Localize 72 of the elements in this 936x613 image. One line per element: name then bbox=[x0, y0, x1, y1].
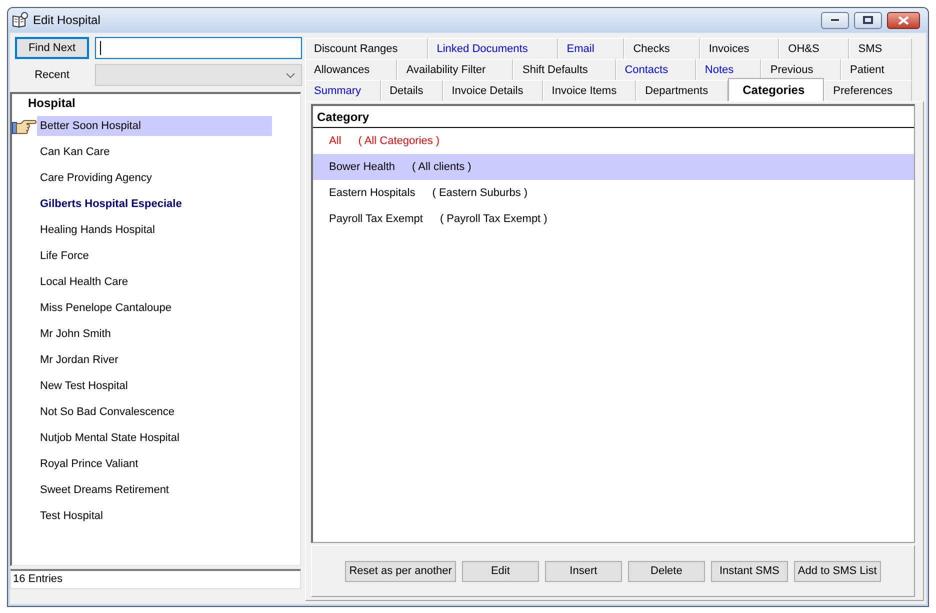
hospital-item[interactable]: Healing Hands Hospital bbox=[37, 220, 272, 240]
tab[interactable]: Details bbox=[380, 80, 443, 101]
hospital-item[interactable]: Life Force bbox=[37, 246, 272, 266]
category-row[interactable]: Eastern Hospitals ( Eastern Suburbs ) bbox=[313, 180, 914, 206]
action-button[interactable]: Delete bbox=[628, 560, 705, 582]
tab[interactable]: Contacts bbox=[616, 59, 696, 80]
hospital-item[interactable]: Can Kan Care bbox=[37, 142, 272, 162]
category-name: Eastern Hospitals bbox=[329, 186, 416, 201]
recent-label: Recent bbox=[34, 68, 70, 83]
tab[interactable]: SMS bbox=[849, 38, 912, 59]
category-description: ( Eastern Suburbs ) bbox=[432, 186, 528, 201]
minimize-button[interactable] bbox=[821, 12, 849, 28]
column-header: Hospital bbox=[27, 95, 76, 111]
find-next-button[interactable]: Find Next bbox=[15, 37, 89, 59]
tab[interactable]: OH&S bbox=[779, 38, 850, 59]
tab[interactable]: Previous bbox=[761, 59, 841, 80]
column-header: Category bbox=[313, 106, 914, 128]
tab[interactable]: Invoice Details bbox=[442, 80, 543, 101]
hospital-item[interactable]: Gilberts Hospital Especiale bbox=[37, 194, 272, 214]
hospital-item[interactable]: Local Health Care bbox=[37, 272, 272, 292]
close-button[interactable] bbox=[887, 12, 920, 28]
tab[interactable]: Summary bbox=[305, 80, 381, 101]
hospital-item[interactable]: Mr Jordan River bbox=[37, 350, 272, 370]
category-row[interactable]: All ( All Categories ) bbox=[313, 128, 914, 154]
tab[interactable]: Discount Ranges bbox=[305, 38, 428, 59]
action-button[interactable]: Reset as per another bbox=[345, 560, 456, 582]
hospital-item[interactable]: Care Providing Agency bbox=[37, 168, 272, 188]
action-button[interactable]: Add to SMS List bbox=[794, 560, 881, 582]
chevron-down-icon bbox=[286, 72, 295, 78]
tab[interactable]: Patient bbox=[841, 59, 912, 80]
tab[interactable]: Invoices bbox=[700, 38, 780, 59]
tab[interactable]: Shift Defaults bbox=[513, 59, 616, 80]
hospital-item[interactable]: Not So Bad Convalescence bbox=[37, 402, 272, 422]
category-name: Payroll Tax Exempt bbox=[329, 212, 423, 227]
tab[interactable]: Categories bbox=[728, 78, 824, 101]
hospital-item[interactable]: Test Hospital bbox=[37, 506, 272, 526]
action-button[interactable]: Instant SMS bbox=[710, 560, 788, 582]
hospital-item[interactable]: Better Soon Hospital bbox=[37, 116, 272, 136]
tab[interactable]: Availability Filter bbox=[397, 59, 514, 80]
hospital-item[interactable]: Sweet Dreams Retirement bbox=[37, 480, 272, 500]
text-cursor-icon bbox=[100, 41, 101, 55]
hospital-item[interactable]: Mr John Smith bbox=[37, 324, 272, 344]
tab[interactable]: Allowances bbox=[305, 59, 398, 80]
category-description: ( Payroll Tax Exempt ) bbox=[440, 212, 548, 227]
tab[interactable]: Preferences bbox=[824, 80, 912, 101]
hospital-item[interactable]: Nutjob Mental State Hospital bbox=[37, 428, 272, 448]
action-button[interactable]: Insert bbox=[544, 560, 622, 582]
tab[interactable]: Notes bbox=[696, 59, 762, 80]
pointing-hand-icon bbox=[12, 117, 37, 135]
action-button[interactable]: Edit bbox=[462, 560, 539, 582]
tab[interactable]: Departments bbox=[636, 80, 728, 101]
category-name: All bbox=[329, 134, 342, 149]
book-icon bbox=[12, 12, 28, 28]
tab[interactable]: Email bbox=[558, 38, 624, 59]
category-row[interactable]: Bower Health ( All clients ) bbox=[313, 154, 914, 180]
hospital-item[interactable]: Royal Prince Valiant bbox=[37, 454, 272, 474]
maximize-icon bbox=[863, 16, 873, 24]
category-row[interactable]: Payroll Tax Exempt ( Payroll Tax Exempt ) bbox=[313, 206, 914, 232]
category-name: Bower Health bbox=[329, 160, 396, 175]
window-title: Edit Hospital bbox=[33, 12, 100, 29]
category-description: ( All clients ) bbox=[412, 160, 472, 175]
category-description: ( All Categories ) bbox=[358, 134, 440, 149]
entries-count: 16 Entries bbox=[10, 569, 301, 589]
hospital-item[interactable]: Miss Penelope Cantaloupe bbox=[37, 298, 272, 318]
close-icon bbox=[898, 16, 909, 24]
minimize-icon bbox=[830, 18, 840, 22]
maximize-button[interactable] bbox=[854, 12, 882, 28]
tab[interactable]: Checks bbox=[624, 38, 700, 59]
find-field[interactable] bbox=[95, 37, 302, 59]
hospital-item[interactable]: New Test Hospital bbox=[37, 376, 272, 396]
tab[interactable]: Linked Documents bbox=[428, 38, 558, 59]
tab[interactable]: Invoice Items bbox=[542, 80, 636, 101]
